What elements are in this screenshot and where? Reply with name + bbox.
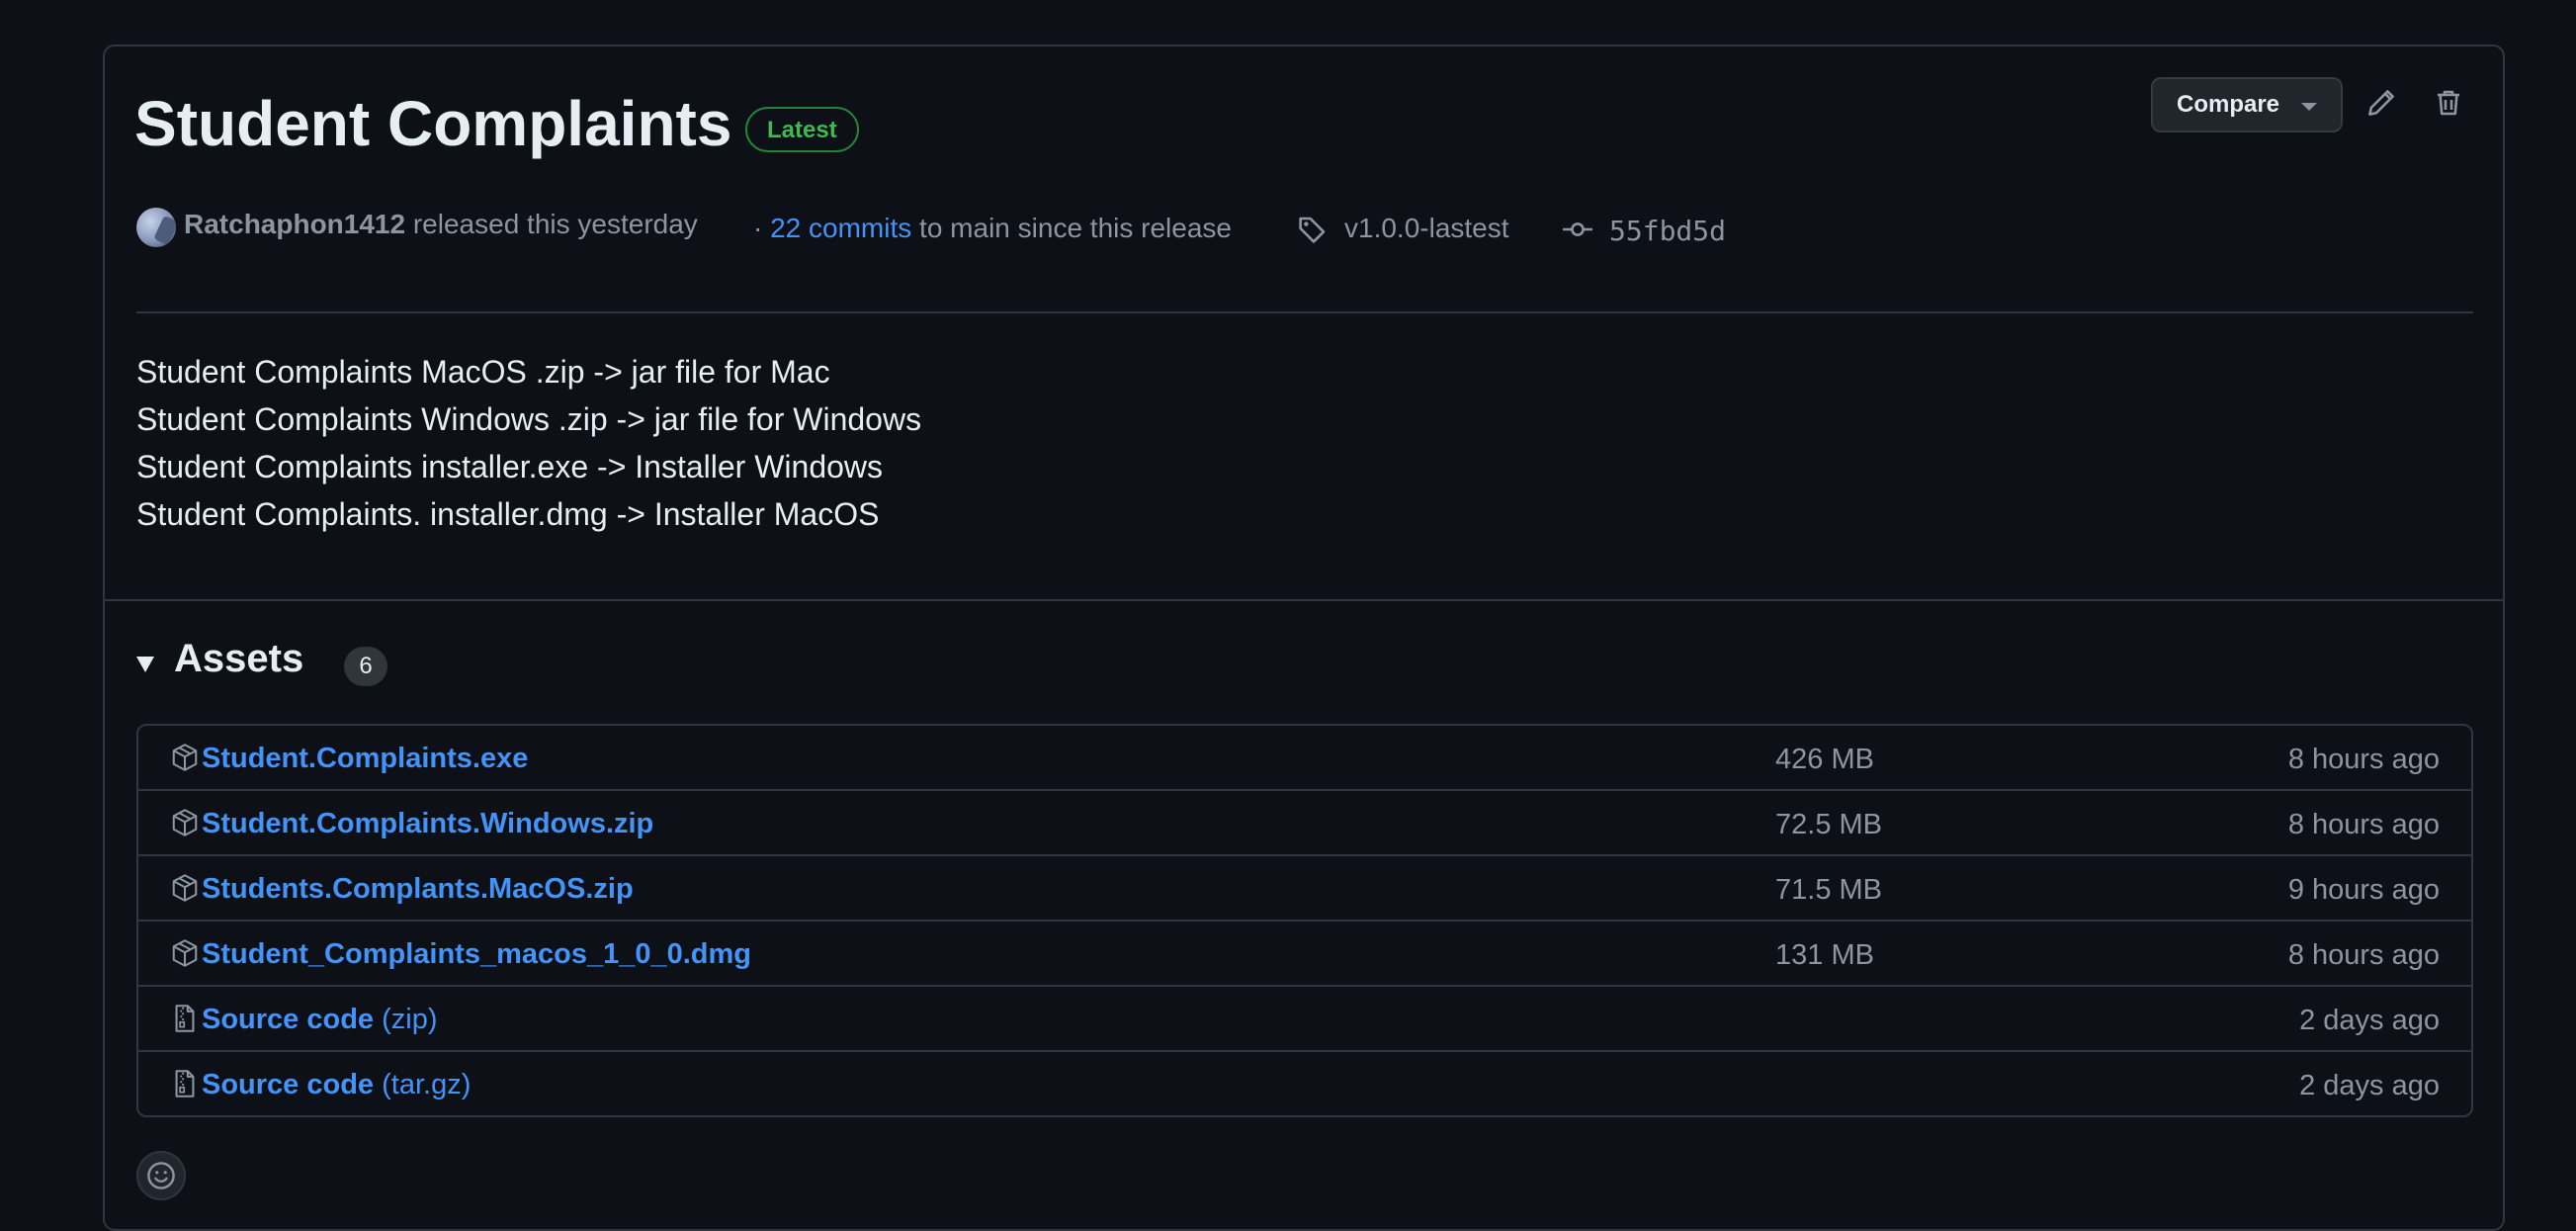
package-icon bbox=[172, 874, 198, 902]
asset-row: Student_Complaints_macos_1_0_0.dmg 131 M… bbox=[138, 922, 2471, 987]
assets-toggle[interactable]: Assets 6 bbox=[136, 633, 730, 692]
compare-button-label: Compare bbox=[2177, 91, 2280, 118]
file-zip-icon bbox=[175, 1005, 195, 1032]
asset-row: Source code (zip) 2 days ago bbox=[138, 987, 2471, 1052]
asset-size: 71.5 MB bbox=[1775, 874, 1882, 906]
asset-row: Students.Complants.MacOS.zip 71.5 MB 9 h… bbox=[138, 856, 2471, 922]
commit-sha-link[interactable]: 55fbd5d bbox=[1609, 215, 1726, 247]
asset-row: Source code (tar.gz) 2 days ago bbox=[138, 1052, 2471, 1115]
released-text: released this yesterday bbox=[412, 209, 698, 239]
asset-suffix: (tar.gz) bbox=[382, 1069, 472, 1100]
asset-size: 72.5 MB bbox=[1775, 809, 1882, 840]
author-line: Ratchaphon1412 released this yesterday bbox=[184, 209, 698, 240]
tag-link[interactable]: v1.0.0-lastest bbox=[1344, 213, 1509, 244]
assets-list: Student.Complaints.exe 426 MB 8 hours ag… bbox=[136, 724, 2473, 1117]
package-icon bbox=[172, 744, 198, 771]
edit-button[interactable] bbox=[2361, 83, 2401, 123]
release-notes: Student Complaints MacOS .zip -> jar fil… bbox=[136, 348, 921, 538]
asset-size: 426 MB bbox=[1775, 744, 1874, 775]
asset-name: Student.Complaints.Windows.zip bbox=[202, 808, 654, 839]
asset-name: Student.Complaints.exe bbox=[202, 743, 529, 774]
asset-row: Student.Complaints.Windows.zip 72.5 MB 8… bbox=[138, 791, 2471, 856]
compare-button[interactable]: Compare bbox=[2151, 77, 2343, 132]
asset-row: Student.Complaints.exe 426 MB 8 hours ag… bbox=[138, 726, 2471, 791]
add-reaction-button[interactable] bbox=[136, 1151, 186, 1200]
assets-title: Assets bbox=[174, 637, 304, 680]
asset-link[interactable]: Students.Complants.MacOS.zip bbox=[202, 873, 634, 906]
smiley-icon bbox=[147, 1162, 175, 1189]
asset-link[interactable]: Source code (tar.gz) bbox=[202, 1069, 471, 1101]
git-commit-icon bbox=[1563, 222, 1592, 236]
release-meta: Ratchaphon1412 released this yesterday ·… bbox=[136, 206, 2410, 251]
commits-line: · 22 commits to main since this release bbox=[753, 213, 1232, 244]
asset-time: 2 days ago bbox=[2299, 1005, 2440, 1036]
commits-link[interactable]: 22 commits bbox=[770, 213, 911, 243]
pencil-icon bbox=[2368, 90, 2394, 116]
release-note-line: Student Complaints Windows .zip -> jar f… bbox=[136, 401, 922, 437]
triangle-down-icon bbox=[136, 657, 154, 672]
asset-time: 8 hours ago bbox=[2287, 744, 2440, 775]
asset-time: 9 hours ago bbox=[2287, 874, 2440, 906]
asset-time: 8 hours ago bbox=[2287, 939, 2440, 971]
asset-suffix: (zip) bbox=[382, 1004, 438, 1035]
trash-icon bbox=[2438, 90, 2459, 116]
commits-suffix: to main since this release bbox=[919, 213, 1232, 243]
header-divider bbox=[136, 311, 2473, 313]
avatar[interactable] bbox=[136, 208, 176, 247]
package-icon bbox=[172, 809, 198, 836]
author-link[interactable]: Ratchaphon1412 bbox=[184, 209, 405, 239]
commits-prefix: · bbox=[753, 213, 763, 243]
file-zip-icon bbox=[175, 1070, 195, 1098]
asset-name: Student_Complaints_macos_1_0_0.dmg bbox=[202, 938, 752, 970]
release-note-line: Student Complaints. installer.dmg -> Ins… bbox=[136, 496, 880, 532]
asset-time: 8 hours ago bbox=[2287, 809, 2440, 840]
asset-name: Students.Complants.MacOS.zip bbox=[202, 873, 634, 905]
asset-link[interactable]: Source code (zip) bbox=[202, 1004, 438, 1036]
release-note-line: Student Complaints MacOS .zip -> jar fil… bbox=[136, 354, 830, 390]
package-icon bbox=[172, 939, 198, 967]
latest-badge: Latest bbox=[745, 107, 859, 152]
asset-link[interactable]: Student_Complaints_macos_1_0_0.dmg bbox=[202, 938, 751, 971]
chevron-down-icon bbox=[2301, 103, 2317, 111]
delete-button[interactable] bbox=[2429, 83, 2468, 123]
asset-link[interactable]: Student.Complaints.Windows.zip bbox=[202, 808, 653, 840]
asset-size: 131 MB bbox=[1775, 939, 1874, 971]
asset-time: 2 days ago bbox=[2299, 1070, 2440, 1101]
asset-name: Source code bbox=[202, 1004, 375, 1035]
assets-divider bbox=[103, 599, 2505, 601]
release-note-line: Student Complaints installer.exe -> Inst… bbox=[136, 449, 884, 484]
asset-name: Source code bbox=[202, 1069, 375, 1100]
release-title[interactable]: Student Complaints bbox=[134, 87, 731, 160]
assets-count-badge: 6 bbox=[344, 647, 387, 686]
asset-link[interactable]: Student.Complaints.exe bbox=[202, 743, 528, 775]
tag-icon bbox=[1299, 217, 1326, 243]
